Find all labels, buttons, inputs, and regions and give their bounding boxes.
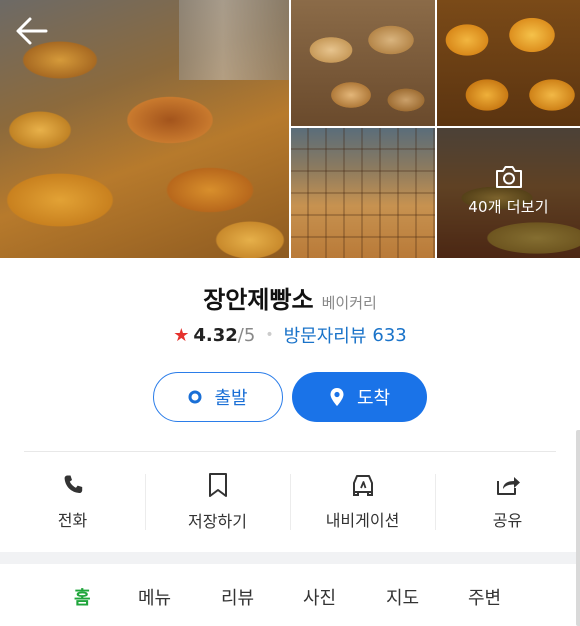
place-header: 장안제빵소 베이커리 [0, 280, 580, 315]
visitor-review-count[interactable]: 633 [372, 325, 406, 346]
more-photos-button[interactable]: 40개 더보기 [437, 128, 580, 258]
tab-bar: 홈 메뉴 리뷰 사진 지도 주변 [0, 564, 580, 626]
car-icon [352, 475, 373, 496]
arrive-label: 도착 [356, 388, 391, 409]
rating-row: ★ 4.32 /5 • 방문자리뷰 633 [0, 322, 580, 348]
phone-icon [64, 475, 82, 494]
share-action[interactable]: 공유 [435, 452, 580, 552]
place-name: 장안제빵소 [203, 286, 314, 314]
rating-value: 4.32 [193, 324, 238, 346]
place-category: 베이커리 [321, 294, 377, 312]
depart-label: 출발 [214, 388, 248, 409]
tab-home[interactable]: 홈 [74, 584, 91, 610]
star-icon: ★ [173, 324, 190, 346]
location-pin-icon [329, 387, 345, 407]
tab-map[interactable]: 지도 [386, 584, 419, 610]
camera-icon [495, 165, 522, 188]
call-action[interactable]: 전화 [0, 452, 145, 552]
navigation-action[interactable]: 내비게이션 [290, 452, 435, 552]
photo-thumb-2[interactable] [437, 0, 580, 126]
origin-dot-icon [188, 390, 202, 404]
more-photos-label: 40개 더보기 [468, 197, 549, 216]
share-icon [496, 477, 520, 495]
depart-button[interactable]: 출발 [153, 372, 283, 422]
tab-menu[interactable]: 메뉴 [138, 584, 171, 610]
call-label: 전화 [57, 511, 88, 530]
photo-thumb-1[interactable] [291, 0, 435, 126]
navigation-label: 내비게이션 [325, 511, 400, 530]
bookmark-icon [208, 473, 227, 497]
arrow-left-icon [16, 17, 48, 45]
photo-thumb-3[interactable] [291, 128, 435, 258]
tab-photos[interactable]: 사진 [303, 584, 336, 610]
share-label: 공유 [492, 511, 523, 530]
action-bar: 전화 저장하기 내비게이션 공유 [0, 452, 580, 552]
save-action[interactable]: 저장하기 [145, 452, 290, 552]
arrive-button[interactable]: 도착 [292, 372, 427, 422]
visitor-review-link[interactable]: 방문자리뷰 [284, 322, 367, 348]
save-label: 저장하기 [188, 512, 247, 531]
separator-dot: • [265, 327, 274, 343]
section-gap [0, 552, 580, 564]
tab-reviews[interactable]: 리뷰 [221, 584, 254, 610]
back-button[interactable] [14, 14, 50, 48]
photo-gallery: 40개 더보기 [0, 0, 580, 258]
tab-nearby[interactable]: 주변 [468, 584, 501, 610]
rating-max: /5 [237, 324, 256, 346]
